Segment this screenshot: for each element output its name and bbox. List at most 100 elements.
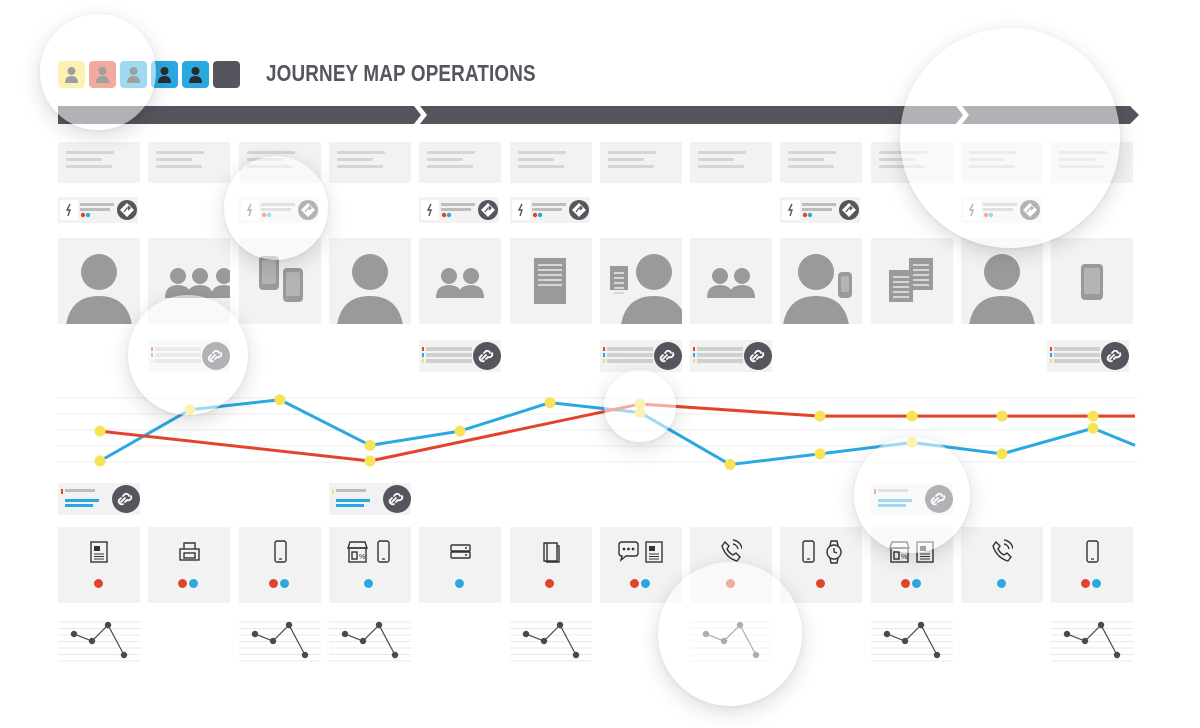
touchpoint-card[interactable] bbox=[509, 527, 592, 603]
touchpoint-card[interactable]: % bbox=[328, 527, 411, 603]
touchpoint-card[interactable] bbox=[961, 527, 1043, 603]
mini-chart-point bbox=[341, 630, 349, 638]
mini-chart-point bbox=[883, 630, 890, 638]
data-point-blue[interactable] bbox=[544, 397, 556, 409]
linked-data-card[interactable] bbox=[419, 340, 503, 372]
data-point-blue[interactable] bbox=[274, 394, 286, 406]
document-icon bbox=[533, 258, 566, 304]
touchpoint-card[interactable] bbox=[58, 527, 140, 603]
mini-trend-chart bbox=[238, 621, 321, 662]
text-line bbox=[66, 165, 112, 168]
phone-call-icon bbox=[992, 539, 1013, 562]
data-point-blue[interactable] bbox=[1087, 422, 1099, 434]
step-description-card[interactable] bbox=[690, 142, 773, 183]
illustration-card bbox=[509, 238, 592, 324]
person-icon bbox=[969, 254, 1035, 324]
step-description-card[interactable] bbox=[328, 142, 411, 183]
printer-icon bbox=[179, 542, 200, 561]
direction-icon bbox=[839, 200, 860, 220]
touchpoint-card[interactable] bbox=[238, 527, 321, 603]
linked-data-card[interactable] bbox=[690, 340, 774, 372]
text-line bbox=[427, 151, 476, 154]
mini-chart-point bbox=[251, 630, 258, 638]
illustration-card bbox=[1051, 238, 1134, 324]
touchpoint-card[interactable] bbox=[780, 527, 863, 603]
channel-dot-red bbox=[268, 579, 278, 588]
mini-chart-point bbox=[375, 621, 383, 629]
touchpoint-card[interactable] bbox=[1051, 527, 1134, 603]
text-line bbox=[336, 165, 383, 168]
link-icon bbox=[1101, 342, 1130, 370]
person-icon bbox=[66, 254, 132, 324]
mini-chart-point bbox=[917, 621, 924, 629]
text-line bbox=[246, 151, 295, 154]
data-point-blue[interactable] bbox=[364, 439, 376, 451]
text-line bbox=[156, 151, 205, 154]
step-description-card[interactable] bbox=[419, 142, 502, 183]
data-point-blue[interactable] bbox=[94, 455, 106, 467]
data-point-red[interactable] bbox=[814, 410, 826, 422]
mini-chart-point bbox=[1098, 621, 1105, 629]
mobile-phone-icon bbox=[273, 540, 287, 563]
insight-card[interactable] bbox=[509, 197, 592, 223]
mini-trend-chart bbox=[328, 621, 411, 662]
text-line bbox=[66, 158, 102, 161]
illustration-card bbox=[419, 238, 502, 324]
mini-chart-point bbox=[70, 630, 78, 638]
mini-trend-chart bbox=[509, 621, 592, 662]
person-document-icon bbox=[609, 254, 682, 324]
data-point-red[interactable] bbox=[996, 410, 1008, 422]
link-icon bbox=[653, 342, 682, 370]
text-line bbox=[156, 158, 193, 161]
svg-text:%: % bbox=[901, 554, 907, 561]
text-line bbox=[517, 151, 566, 154]
linked-data-card[interactable] bbox=[1047, 340, 1131, 372]
touchpoint-card[interactable] bbox=[419, 527, 502, 603]
stage-segment-2[interactable] bbox=[420, 106, 963, 124]
data-point-red[interactable] bbox=[364, 455, 376, 467]
store-icon: % bbox=[346, 541, 368, 563]
chat-icon bbox=[618, 541, 639, 562]
mini-chart-point bbox=[901, 637, 908, 645]
data-point-blue[interactable] bbox=[724, 459, 736, 471]
step-description-card[interactable] bbox=[780, 142, 863, 183]
data-point-red[interactable] bbox=[1087, 410, 1099, 422]
mini-trend-chart bbox=[1051, 621, 1134, 662]
mini-chart-point bbox=[120, 651, 128, 659]
link-icon bbox=[473, 342, 502, 370]
text-line bbox=[607, 165, 654, 168]
text-line bbox=[66, 151, 114, 154]
step-description-card[interactable] bbox=[599, 142, 682, 183]
data-point-red[interactable] bbox=[906, 410, 918, 422]
mini-chart-point bbox=[301, 651, 308, 659]
insight-card[interactable] bbox=[419, 197, 501, 223]
data-point-blue[interactable] bbox=[996, 448, 1008, 460]
touchpoint-card[interactable] bbox=[599, 527, 682, 603]
mobile-phone-icon bbox=[377, 540, 390, 563]
link-icon bbox=[744, 342, 773, 370]
mini-chart-point bbox=[1064, 630, 1071, 638]
illustration-card bbox=[870, 238, 953, 324]
channel-dot-red bbox=[545, 579, 554, 588]
book-icon bbox=[542, 542, 560, 563]
step-description-card[interactable] bbox=[148, 142, 231, 183]
data-point-blue[interactable] bbox=[454, 425, 466, 437]
spotlight-circle bbox=[40, 14, 156, 130]
illustration-card bbox=[599, 238, 682, 324]
data-point-blue[interactable] bbox=[814, 448, 826, 460]
insight-card[interactable] bbox=[58, 197, 140, 223]
mobile-device-icon bbox=[1081, 264, 1104, 300]
touchpoint-card[interactable] bbox=[148, 527, 231, 603]
step-description-card[interactable] bbox=[58, 142, 140, 183]
person-phone-icon bbox=[783, 254, 853, 324]
text-line bbox=[698, 151, 747, 154]
data-point-red[interactable] bbox=[94, 425, 106, 437]
channel-dot-blue bbox=[189, 579, 199, 588]
direction-icon bbox=[568, 200, 589, 220]
mini-chart-point bbox=[88, 637, 96, 645]
linked-data-card[interactable] bbox=[599, 340, 684, 372]
mini-chart-point bbox=[572, 651, 579, 659]
channel-dot-red bbox=[93, 579, 103, 588]
step-description-card[interactable] bbox=[509, 142, 592, 183]
insight-card[interactable] bbox=[780, 197, 862, 223]
